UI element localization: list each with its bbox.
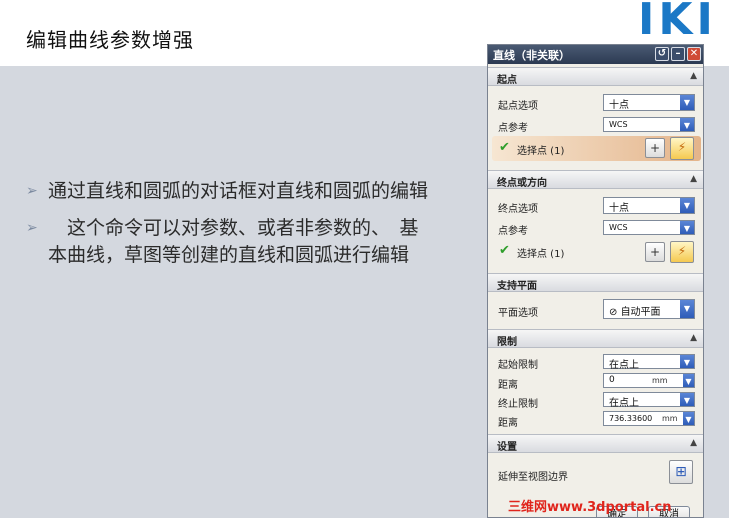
bullet-text: 这个命令可以对参数、或者非参数的、 基本曲线，草图等创建的直线和圆弧进行编辑 [48, 217, 419, 266]
line-dialog: 直线（非关联） ↺ – ✕ 起点 ▲ 起点选项 十点 ▼ 点参考 WCS ▼ ✔… [487, 44, 704, 518]
watermark: 三维网www.3dportal.cn [508, 500, 672, 515]
distance1-value: 0 [609, 375, 615, 385]
checkmark-icon: ✔ [499, 140, 510, 155]
start-limit-select[interactable]: 在点上 ▼ [603, 354, 695, 371]
distance2-input[interactable]: 736.33600 mm ▼ [603, 411, 695, 426]
end-ref-select[interactable]: WCS ▼ [603, 220, 695, 235]
start-select-point-text: 选择点 (1) [517, 146, 565, 157]
plane-option-label: 平面选项 [498, 308, 538, 319]
end-limit-value: 在点上 [609, 398, 639, 409]
distance1-unit: mm [652, 376, 668, 385]
chevron-down-icon[interactable]: ▼ [683, 412, 694, 425]
chevron-down-icon[interactable]: ▼ [683, 374, 694, 387]
plane-option-value: 自动平面 [620, 307, 661, 318]
start-option-label: 起点选项 [498, 101, 538, 112]
section-label: 设置 [497, 442, 517, 453]
section-start-point[interactable]: 起点 ▲ [488, 67, 703, 86]
chevron-down-icon[interactable]: ▼ [680, 300, 694, 318]
distance2-label: 距离 [498, 418, 518, 429]
chevron-up-icon[interactable]: ▲ [690, 71, 697, 81]
bullet-arrow-icon: ➢ [26, 220, 38, 236]
dialog-titlebar[interactable]: 直线（非关联） ↺ – ✕ [488, 45, 703, 64]
bullet-list: ➢ 通过直线和圆弧的对话框对直线和圆弧的编辑 ➢ 这个命令可以对参数、或者非参数… [26, 178, 436, 279]
slide-title: 编辑曲线参数增强 [26, 28, 194, 52]
company-logo: IKI [638, 0, 717, 45]
start-option-select[interactable]: 十点 ▼ [603, 94, 695, 111]
snap-bolt-icon[interactable]: ⚡ [670, 241, 694, 263]
bullet-arrow-icon: ➢ [26, 183, 38, 199]
section-support-plane[interactable]: 支持平面 [488, 273, 703, 292]
chevron-down-icon[interactable]: ▼ [680, 95, 694, 110]
plane-option-value-wrap: ⊘ 自动平面 [609, 303, 661, 318]
dialog-title: 直线（非关联） [493, 49, 570, 62]
snap-bolt-icon[interactable]: ⚡ [670, 137, 694, 160]
start-select-point-row[interactable]: ✔ 选择点 (1) + ⚡ [492, 136, 701, 161]
bullet-item: ➢ 这个命令可以对参数、或者非参数的、 基本曲线，草图等创建的直线和圆弧进行编辑 [26, 215, 436, 269]
section-end-point[interactable]: 终点或方向 ▲ [488, 170, 703, 189]
chevron-down-icon[interactable]: ▼ [680, 355, 694, 368]
distance1-label: 距离 [498, 380, 518, 391]
end-select-point-text: 选择点 (1) [517, 249, 565, 260]
section-label: 支持平面 [497, 281, 537, 292]
distance2-unit: mm [662, 414, 678, 423]
reset-icon[interactable]: ↺ [655, 47, 669, 61]
section-label: 起点 [497, 75, 517, 86]
checkmark-icon: ✔ [499, 243, 510, 258]
distance2-value: 736.33600 [609, 414, 653, 423]
bullet-item: ➢ 通过直线和圆弧的对话框对直线和圆弧的编辑 [26, 178, 436, 205]
start-option-value: 十点 [609, 100, 629, 111]
chevron-down-icon[interactable]: ▼ [680, 198, 694, 213]
chevron-down-icon[interactable]: ▼ [680, 393, 694, 406]
end-option-select[interactable]: 十点 ▼ [603, 197, 695, 214]
plane-auto-icon: ⊘ [609, 307, 621, 318]
start-limit-label: 起始限制 [498, 360, 538, 371]
section-limits[interactable]: 限制 ▲ [488, 329, 703, 348]
end-ref-label: 点参考 [498, 226, 528, 237]
section-settings[interactable]: 设置 ▲ [488, 434, 703, 453]
section-label: 限制 [497, 337, 517, 348]
section-label: 终点或方向 [497, 178, 547, 189]
start-ref-value: WCS [609, 120, 628, 129]
plane-option-select[interactable]: ⊘ 自动平面 ▼ [603, 299, 695, 319]
distance1-input[interactable]: 0 mm ▼ [603, 373, 695, 388]
point-dialog-icon[interactable]: + [645, 242, 665, 262]
chevron-down-icon[interactable]: ▼ [680, 221, 694, 234]
chevron-up-icon[interactable]: ▲ [690, 174, 697, 184]
end-option-value: 十点 [609, 203, 629, 214]
close-icon[interactable]: ✕ [687, 47, 701, 61]
extend-to-view-label: 延伸至视图边界 [498, 472, 568, 483]
chevron-up-icon[interactable]: ▲ [690, 438, 697, 448]
chevron-up-icon[interactable]: ▲ [690, 333, 697, 343]
bullet-text: 通过直线和圆弧的对话框对直线和圆弧的编辑 [48, 180, 429, 202]
end-limit-select[interactable]: 在点上 ▼ [603, 392, 695, 409]
start-ref-select[interactable]: WCS ▼ [603, 117, 695, 132]
start-ref-label: 点参考 [498, 123, 528, 134]
minimize-icon[interactable]: – [671, 47, 685, 61]
end-option-label: 终点选项 [498, 204, 538, 215]
end-select-point-row[interactable]: ✔ 选择点 (1) + ⚡ [492, 239, 701, 264]
end-ref-value: WCS [609, 223, 628, 232]
extend-view-boundary-icon[interactable]: ⊞ [669, 460, 693, 484]
start-limit-value: 在点上 [609, 360, 639, 371]
chevron-down-icon[interactable]: ▼ [680, 118, 694, 131]
point-dialog-icon[interactable]: + [645, 138, 665, 158]
end-limit-label: 终止限制 [498, 399, 538, 410]
